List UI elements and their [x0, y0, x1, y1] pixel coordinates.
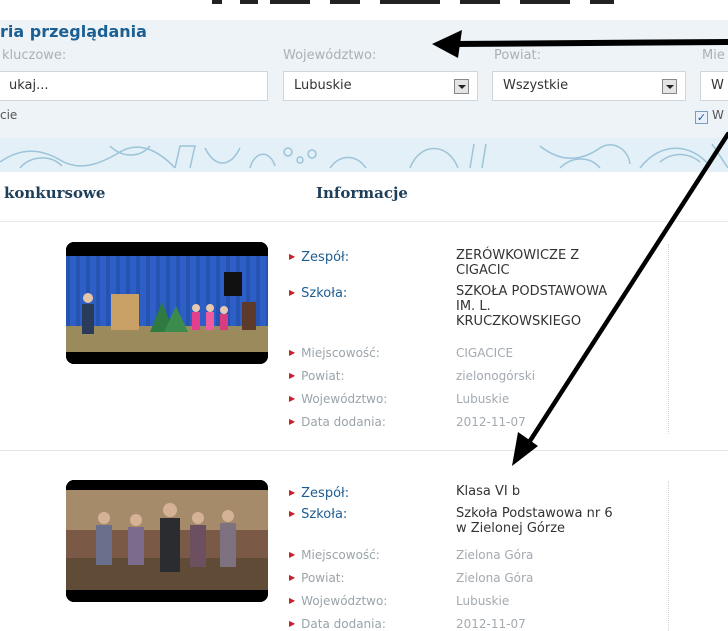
filter-option-link[interactable]: cie	[0, 108, 17, 122]
school-value-line: Szkoła Podstawowa nr 6	[456, 506, 613, 521]
checkbox-label: W	[712, 108, 724, 122]
school-label: Szkoła:	[301, 507, 348, 522]
filter-panel: ria przeglądania kluczowe: Województwo: …	[0, 20, 728, 138]
city-row-label: Miejscowość:	[301, 548, 380, 562]
city-select[interactable]: W	[700, 71, 728, 101]
column-divider	[668, 481, 669, 631]
bullet-icon: ▶	[289, 550, 296, 559]
school-label: Szkoła:	[301, 286, 348, 301]
date-row: ▶ Data dodania:	[289, 617, 386, 631]
bullet-icon: ▶	[289, 348, 296, 357]
team-value-line: ZERÓWKOWICZE Z	[456, 248, 580, 263]
list-item: ▶ Zespół: ZERÓWKOWICZE Z CIGACIC ▶ Szkoła:…	[0, 222, 728, 450]
video-thumbnail[interactable]	[66, 480, 268, 602]
school-value: Szkoła Podstawowa nr 6 w Zielonej Górze	[456, 506, 613, 536]
school-value-line: KRUCZKOWSKIEGO	[456, 314, 582, 329]
voivodeship-row-value: Lubuskie	[456, 392, 510, 406]
results-header: konkursowe Informacje	[0, 172, 728, 222]
top-strip	[0, 0, 728, 20]
team-value: Klasa VI b	[456, 484, 520, 499]
district-row-label: Powiat:	[301, 571, 345, 585]
keywords-label: kluczowe:	[2, 48, 67, 63]
decorative-ornament-banner	[0, 138, 728, 172]
district-row-value: Zielona Góra	[456, 571, 534, 585]
video-thumbnail-image	[66, 480, 268, 602]
district-row-value: zielonogórski	[456, 369, 536, 383]
school-value-line: w Zielonej Górze	[456, 521, 566, 536]
bullet-icon: ▶	[289, 596, 296, 605]
voivodeship-row-value: Lubuskie	[456, 594, 510, 608]
district-row: ▶ Powiat:	[289, 571, 345, 586]
video-thumbnail-image	[66, 242, 268, 364]
checkbox[interactable]: ✓	[695, 111, 708, 124]
district-row: ▶ Powiat:	[289, 369, 345, 384]
team-value-line: Klasa VI b	[456, 484, 521, 499]
cropped-heading-fragment	[212, 0, 614, 4]
date-row: ▶ Data dodania:	[289, 415, 386, 430]
voivodeship-row: ▶ Województwo:	[289, 392, 387, 407]
chevron-down-icon[interactable]	[454, 79, 469, 94]
bullet-icon: ▶	[289, 509, 296, 518]
bullet-icon: ▶	[289, 573, 296, 582]
team-label: Zespół:	[301, 250, 350, 265]
column-header-entries: konkursowe	[4, 184, 106, 202]
bullet-icon: ▶	[289, 394, 296, 403]
team-row: ▶ Zespół:	[289, 486, 349, 501]
date-row-label: Data dodania:	[301, 617, 386, 631]
school-value-line: SZKOŁA PODSTAWOWA	[456, 284, 608, 299]
column-divider	[668, 244, 669, 434]
date-row-value: 2012-11-07	[456, 415, 526, 429]
team-value-line: CIGACIC	[456, 263, 510, 278]
bullet-icon: ▶	[289, 252, 296, 261]
district-select[interactable]: Wszystkie	[492, 71, 686, 101]
voivodeship-row: ▶ Województwo:	[289, 594, 387, 609]
city-label: Mie	[702, 48, 725, 63]
city-select-value: W	[711, 78, 724, 93]
search-input[interactable]: ukaj...	[0, 71, 268, 101]
city-row-value: Zielona Góra	[456, 548, 534, 562]
bullet-icon: ▶	[289, 288, 296, 297]
voivodeship-select-value: Lubuskie	[294, 78, 352, 93]
search-input-value: ukaj...	[9, 78, 49, 93]
bullet-icon: ▶	[289, 371, 296, 380]
date-row-value: 2012-11-07	[456, 617, 526, 631]
district-label: Powiat:	[494, 48, 542, 63]
bullet-icon: ▶	[289, 417, 296, 426]
filter-title: ria przeglądania	[0, 22, 147, 41]
team-row: ▶ Zespół:	[289, 250, 349, 265]
city-row: ▶ Miejscowość:	[289, 346, 380, 361]
voivodeship-row-label: Województwo:	[301, 392, 388, 406]
school-row: ▶ Szkoła:	[289, 507, 347, 522]
district-row-label: Powiat:	[301, 369, 345, 383]
column-header-info: Informacje	[316, 184, 408, 202]
city-row-label: Miejscowość:	[301, 346, 380, 360]
bullet-icon: ▶	[289, 619, 296, 628]
date-row-label: Data dodania:	[301, 415, 386, 429]
city-row-value: CIGACICE	[456, 346, 514, 360]
school-row: ▶ Szkoła:	[289, 286, 347, 301]
voivodeship-select[interactable]: Lubuskie	[283, 71, 478, 101]
school-value: SZKOŁA PODSTAWOWA IM. L. KRUCZKOWSKIEGO	[456, 284, 607, 329]
ornament-pattern	[0, 143, 728, 169]
school-value-line: IM. L.	[456, 299, 491, 314]
team-value: ZERÓWKOWICZE Z CIGACIC	[456, 248, 579, 278]
city-row: ▶ Miejscowość:	[289, 548, 380, 563]
voivodeship-label: Województwo:	[283, 48, 377, 63]
bullet-icon: ▶	[289, 488, 296, 497]
district-select-value: Wszystkie	[503, 78, 569, 93]
team-label: Zespół:	[301, 486, 350, 501]
chevron-down-icon[interactable]	[662, 79, 677, 94]
video-thumbnail[interactable]	[66, 242, 268, 364]
voivodeship-row-label: Województwo:	[301, 594, 388, 608]
list-item: ▶ Zespół: Klasa VI b ▶ Szkoła: Szkoła Pods…	[0, 451, 728, 631]
